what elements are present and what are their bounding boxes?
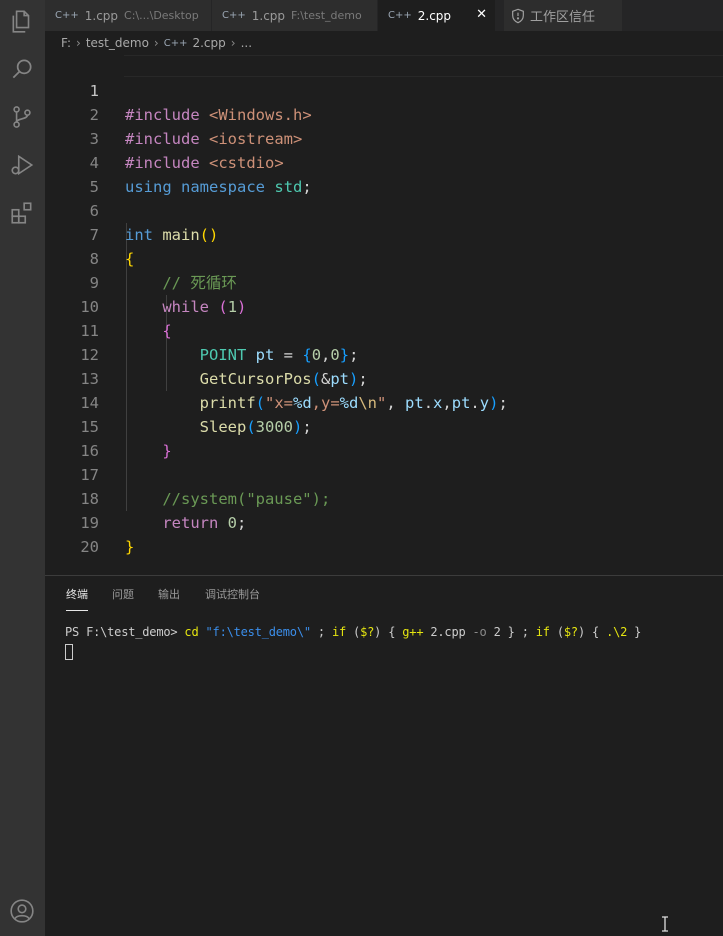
- code-line-8[interactable]: 8 // 死循环: [45, 223, 723, 292]
- tab-label: 1.cpp: [84, 8, 119, 23]
- search-icon[interactable]: [8, 55, 36, 83]
- breadcrumb: F: › test_demo › C++ 2.cpp › ...: [45, 31, 723, 55]
- breadcrumb-file[interactable]: 2.cpp: [192, 36, 225, 50]
- code-line-4[interactable]: 4 using namespace std;: [45, 127, 723, 196]
- token: "f:\test_demo\": [205, 625, 312, 639]
- code-line-7[interactable]: 7 {: [45, 199, 723, 268]
- close-icon[interactable]: ✕: [476, 7, 487, 22]
- token: (: [549, 625, 564, 639]
- code-line-16[interactable]: 16: [45, 415, 723, 460]
- token: ;: [310, 625, 332, 639]
- token: g++: [402, 625, 424, 639]
- tab-1cpp-desktop[interactable]: C++ 1.cpp C:\...\Desktop: [45, 0, 212, 31]
- line-number: 20: [80, 538, 99, 556]
- activity-bar: [0, 0, 45, 936]
- cpp-file-icon: C++: [55, 10, 79, 21]
- token: 2.cpp: [423, 625, 473, 639]
- code-line-9[interactable]: 9 while (1): [45, 247, 723, 316]
- tab-problems[interactable]: 问题: [112, 586, 134, 610]
- code-line-6[interactable]: 6 int main(): [45, 175, 723, 244]
- code-line-17[interactable]: 17 //system("pause");: [45, 439, 723, 508]
- token: -o: [472, 625, 487, 639]
- tab-debug-console[interactable]: 调试控制台: [205, 586, 260, 610]
- token: ) {: [374, 625, 403, 639]
- chevron-right-icon: ›: [153, 36, 159, 50]
- tab-terminal[interactable]: 终端: [66, 586, 88, 611]
- token: $?: [563, 625, 578, 639]
- explorer-icon[interactable]: [8, 7, 36, 35]
- code-line-1[interactable]: 1 #include <Windows.h>: [45, 55, 723, 124]
- code-line-5[interactable]: 5: [45, 151, 723, 196]
- extensions-icon[interactable]: [8, 199, 36, 227]
- workspace-trust-button[interactable]: 工作区信任: [504, 0, 622, 31]
- shield-icon: [512, 8, 524, 23]
- breadcrumb-drive[interactable]: F:: [61, 36, 71, 50]
- token: .\2: [606, 625, 628, 639]
- code-line-2[interactable]: 2 #include <iostream>: [45, 79, 723, 148]
- account-icon[interactable]: [8, 897, 36, 925]
- chevron-right-icon: ›: [230, 36, 236, 50]
- chevron-right-icon: ›: [76, 36, 81, 50]
- code-line-13[interactable]: 13 printf("x=%d,y=%d\n", pt.x,pt.y);: [45, 343, 723, 412]
- tab-path: C:\...\Desktop: [124, 9, 199, 22]
- breadcrumb-folder[interactable]: test_demo: [86, 36, 149, 50]
- cpp-file-icon: C++: [388, 10, 412, 21]
- token: if: [535, 625, 550, 639]
- tab-1cpp-test-demo[interactable]: C++ 1.cpp F:\test_demo: [212, 0, 378, 31]
- token: if: [331, 625, 347, 639]
- token: (: [346, 625, 361, 639]
- code-line-14[interactable]: 14 Sleep(3000);: [45, 367, 723, 436]
- tab-2cpp[interactable]: C++ 2.cpp ✕: [378, 0, 496, 31]
- token: cd: [184, 625, 199, 639]
- code-line-19[interactable]: 19 }: [45, 487, 723, 556]
- token: ) {: [577, 625, 607, 639]
- tab-label: 1.cpp: [251, 8, 286, 23]
- token: $?: [360, 625, 375, 639]
- bottom-panel: 终端 问题 输出 调试控制台 PS F:\test_demo> cd "f:\t…: [45, 575, 723, 936]
- code-line-20[interactable]: 20: [45, 511, 723, 556]
- terminal-command-line[interactable]: PS F:\test_demo> cd "f:\test_demo\" ; if…: [65, 625, 641, 639]
- text-cursor-icon: [662, 916, 668, 932]
- code-line-15[interactable]: 15 }: [45, 391, 723, 460]
- code-line-3[interactable]: 3 #include <cstdio>: [45, 103, 723, 172]
- tab-bar: C++ 1.cpp C:\...\Desktop C++ 1.cpp F:\te…: [45, 0, 723, 31]
- workspace-trust-label: 工作区信任: [530, 10, 596, 25]
- code-line-12[interactable]: 12 GetCursorPos(&pt);: [45, 319, 723, 388]
- tab-label: 2.cpp: [417, 8, 452, 23]
- code-line-11[interactable]: 11 POINT pt = {0,0};: [45, 295, 723, 364]
- breadcrumb-more[interactable]: ...: [241, 36, 252, 50]
- source-control-icon[interactable]: [8, 103, 36, 131]
- tab-path: F:\test_demo: [291, 9, 362, 22]
- cpp-file-icon: C++: [222, 10, 246, 21]
- token: }: [125, 538, 135, 556]
- code-line-10[interactable]: 10 {: [45, 271, 723, 340]
- run-debug-icon[interactable]: [8, 151, 36, 179]
- code-editor[interactable]: 1 #include <Windows.h> 2 #include <iostr…: [45, 55, 723, 575]
- terminal-prompt: PS F:\test_demo>: [65, 625, 185, 639]
- cpp-file-icon: C++: [163, 37, 188, 49]
- terminal-cursor: [65, 644, 73, 660]
- token: 2 } ;: [486, 625, 536, 639]
- code-line-18[interactable]: 18 return 0;: [45, 463, 723, 532]
- token: }: [627, 625, 642, 639]
- tab-output[interactable]: 输出: [158, 586, 180, 610]
